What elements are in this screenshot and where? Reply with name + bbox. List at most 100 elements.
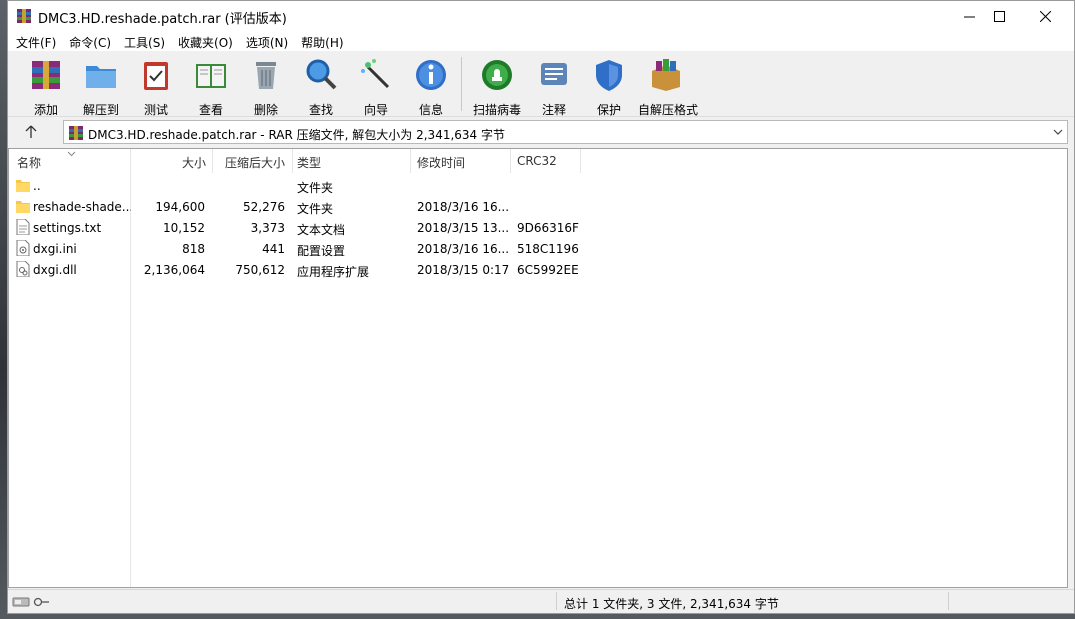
sort-chevron-icon [67,151,76,157]
column-header-modified[interactable]: 修改时间 [411,149,511,173]
file-type: 应用程序扩展 [297,265,370,279]
arrow-up-icon [25,125,37,138]
file-crc: 9D66316F [517,221,579,235]
column-header-packed-label: 压缩后大小 [225,156,286,170]
file-packed-size: 3,373 [250,221,285,235]
address-bar[interactable]: DMC3.HD.reshade.patch.rar - RAR 压缩文件, 解包… [63,120,1068,144]
file-crc: 6C5992EE [517,263,579,277]
extract-to-button[interactable]: 解压到 [73,55,129,117]
file-type: 文件夹 [297,181,334,195]
file-packed-size: 441 [262,242,285,256]
up-folder-button[interactable] [16,122,46,142]
file-name: dxgi.dll [33,263,77,277]
view-label: 查看 [198,103,223,117]
status-divider [556,592,557,610]
chevron-down-icon[interactable] [1051,125,1065,139]
column-header-crc[interactable]: CRC32 [511,149,581,173]
delete-button[interactable]: 删除 [238,55,294,117]
column-header-size-label: 大小 [181,156,206,170]
winrar-window: DMC3.HD.reshade.patch.rar (评估版本) 文件(F) 命… [7,0,1075,614]
info-button[interactable]: 信息 [403,55,459,117]
trash-icon [256,62,276,89]
close-button[interactable] [1022,1,1068,31]
file-modified: 2018/3/15 13... [417,221,510,235]
column-header-packed[interactable]: 压缩后大小 [213,149,293,173]
status-bar: 总计 1 文件夹, 3 文件, 2,341,634 字节 [8,589,1074,613]
file-name: settings.txt [33,221,102,235]
file-modified: 2018/3/16 16... [417,200,510,214]
menu-commands[interactable]: 命令(C) [63,31,118,51]
table-row[interactable]: reshade-shade... 194,600 52,276 文件夹 2018… [9,196,709,217]
close-icon [1039,10,1051,22]
menu-options[interactable]: 选项(N) [240,31,295,51]
file-type: 文本文档 [297,223,346,237]
rar-archive-icon [69,126,83,140]
sfx-button[interactable]: 自解压格式 [638,55,698,117]
column-header-name[interactable]: 名称 [9,149,131,173]
file-type: 文件夹 [297,202,334,216]
sfx-label: 自解压格式 [638,103,699,117]
table-row[interactable]: dxgi.ini 818 441 配置设置 2018/3/16 16... 51… [9,238,709,259]
column-header-modified-label: 修改时间 [417,156,466,170]
protect-button[interactable]: 保护 [581,55,637,117]
file-modified: 2018/3/15 0:17 [417,263,510,277]
text-file-icon [16,219,30,235]
test-button[interactable]: 测试 [128,55,184,117]
find-label: 查找 [308,103,333,117]
extract-to-folder-icon [86,66,116,88]
address-path: DMC3.HD.reshade.patch.rar - RAR 压缩文件, 解包… [88,128,505,142]
address-row: DMC3.HD.reshade.patch.rar - RAR 压缩文件, 解包… [8,118,1074,146]
comment-label: 注释 [541,103,566,117]
file-name: dxgi.ini [33,242,77,256]
status-summary: 总计 1 文件夹, 3 文件, 2,341,634 字节 [564,597,779,611]
file-size: 10,152 [163,221,205,235]
table-row[interactable]: settings.txt 10,152 3,373 文本文档 2018/3/15… [9,217,709,238]
window-title: DMC3.HD.reshade.patch.rar (评估版本) [38,12,287,27]
column-header-size[interactable]: 大小 [131,149,213,173]
test-clipboard-icon [144,62,168,90]
menu-help[interactable]: 帮助(H) [295,31,350,51]
column-header-name-label: 名称 [17,156,42,170]
add-button[interactable]: 添加 [18,55,74,117]
file-packed-size: 750,612 [235,263,285,277]
file-size: 2,136,064 [143,263,205,277]
menu-tools[interactable]: 工具(S) [118,31,172,51]
add-label: 添加 [33,103,58,117]
file-list: 名称 大小 压缩后大小 类型 修改时间 CRC32 .. 文件夹 reshade… [8,148,1068,588]
file-crc: 518C1196 [517,242,579,256]
view-book-icon [196,64,226,88]
file-name: reshade-shade... [33,200,131,214]
column-header-type[interactable]: 类型 [293,149,411,173]
file-modified: 2018/3/16 16... [417,242,510,256]
menu-bar: 文件(F) 命令(C) 工具(S) 收藏夹(O) 选项(N) 帮助(H) [8,31,1074,51]
dll-file-icon [16,261,30,277]
view-button[interactable]: 查看 [183,55,239,117]
folder-icon [16,180,30,192]
comment-button[interactable]: 注释 [526,55,582,117]
shield-icon [596,60,622,91]
virus-scan-label: 扫描病毒 [472,103,521,117]
status-divider [948,592,949,610]
wizard-button[interactable]: 向导 [348,55,404,117]
settings-file-icon [16,240,30,256]
virus-scan-button[interactable]: 扫描病毒 [469,55,525,117]
column-header-type-label: 类型 [297,156,322,170]
menu-favorites[interactable]: 收藏夹(O) [172,31,240,51]
table-row[interactable]: dxgi.dll 2,136,064 750,612 应用程序扩展 2018/3… [9,259,709,280]
menu-file[interactable]: 文件(F) [10,31,63,51]
info-label: 信息 [418,103,443,117]
magic-wand-icon [361,59,390,89]
delete-label: 删除 [253,103,278,117]
add-archive-icon [32,61,60,89]
find-button[interactable]: 查找 [293,55,349,117]
title-bar: DMC3.HD.reshade.patch.rar (评估版本) [8,1,1074,31]
file-name: .. [33,179,41,193]
toolbar-separator [461,57,462,111]
extract-to-label: 解压到 [82,103,119,117]
test-label: 测试 [143,103,168,117]
file-packed-size: 52,276 [243,200,285,214]
table-row[interactable]: .. 文件夹 [9,175,709,196]
winrar-app-icon [17,9,31,23]
protect-label: 保护 [596,103,621,117]
maximize-button[interactable] [976,1,1022,31]
